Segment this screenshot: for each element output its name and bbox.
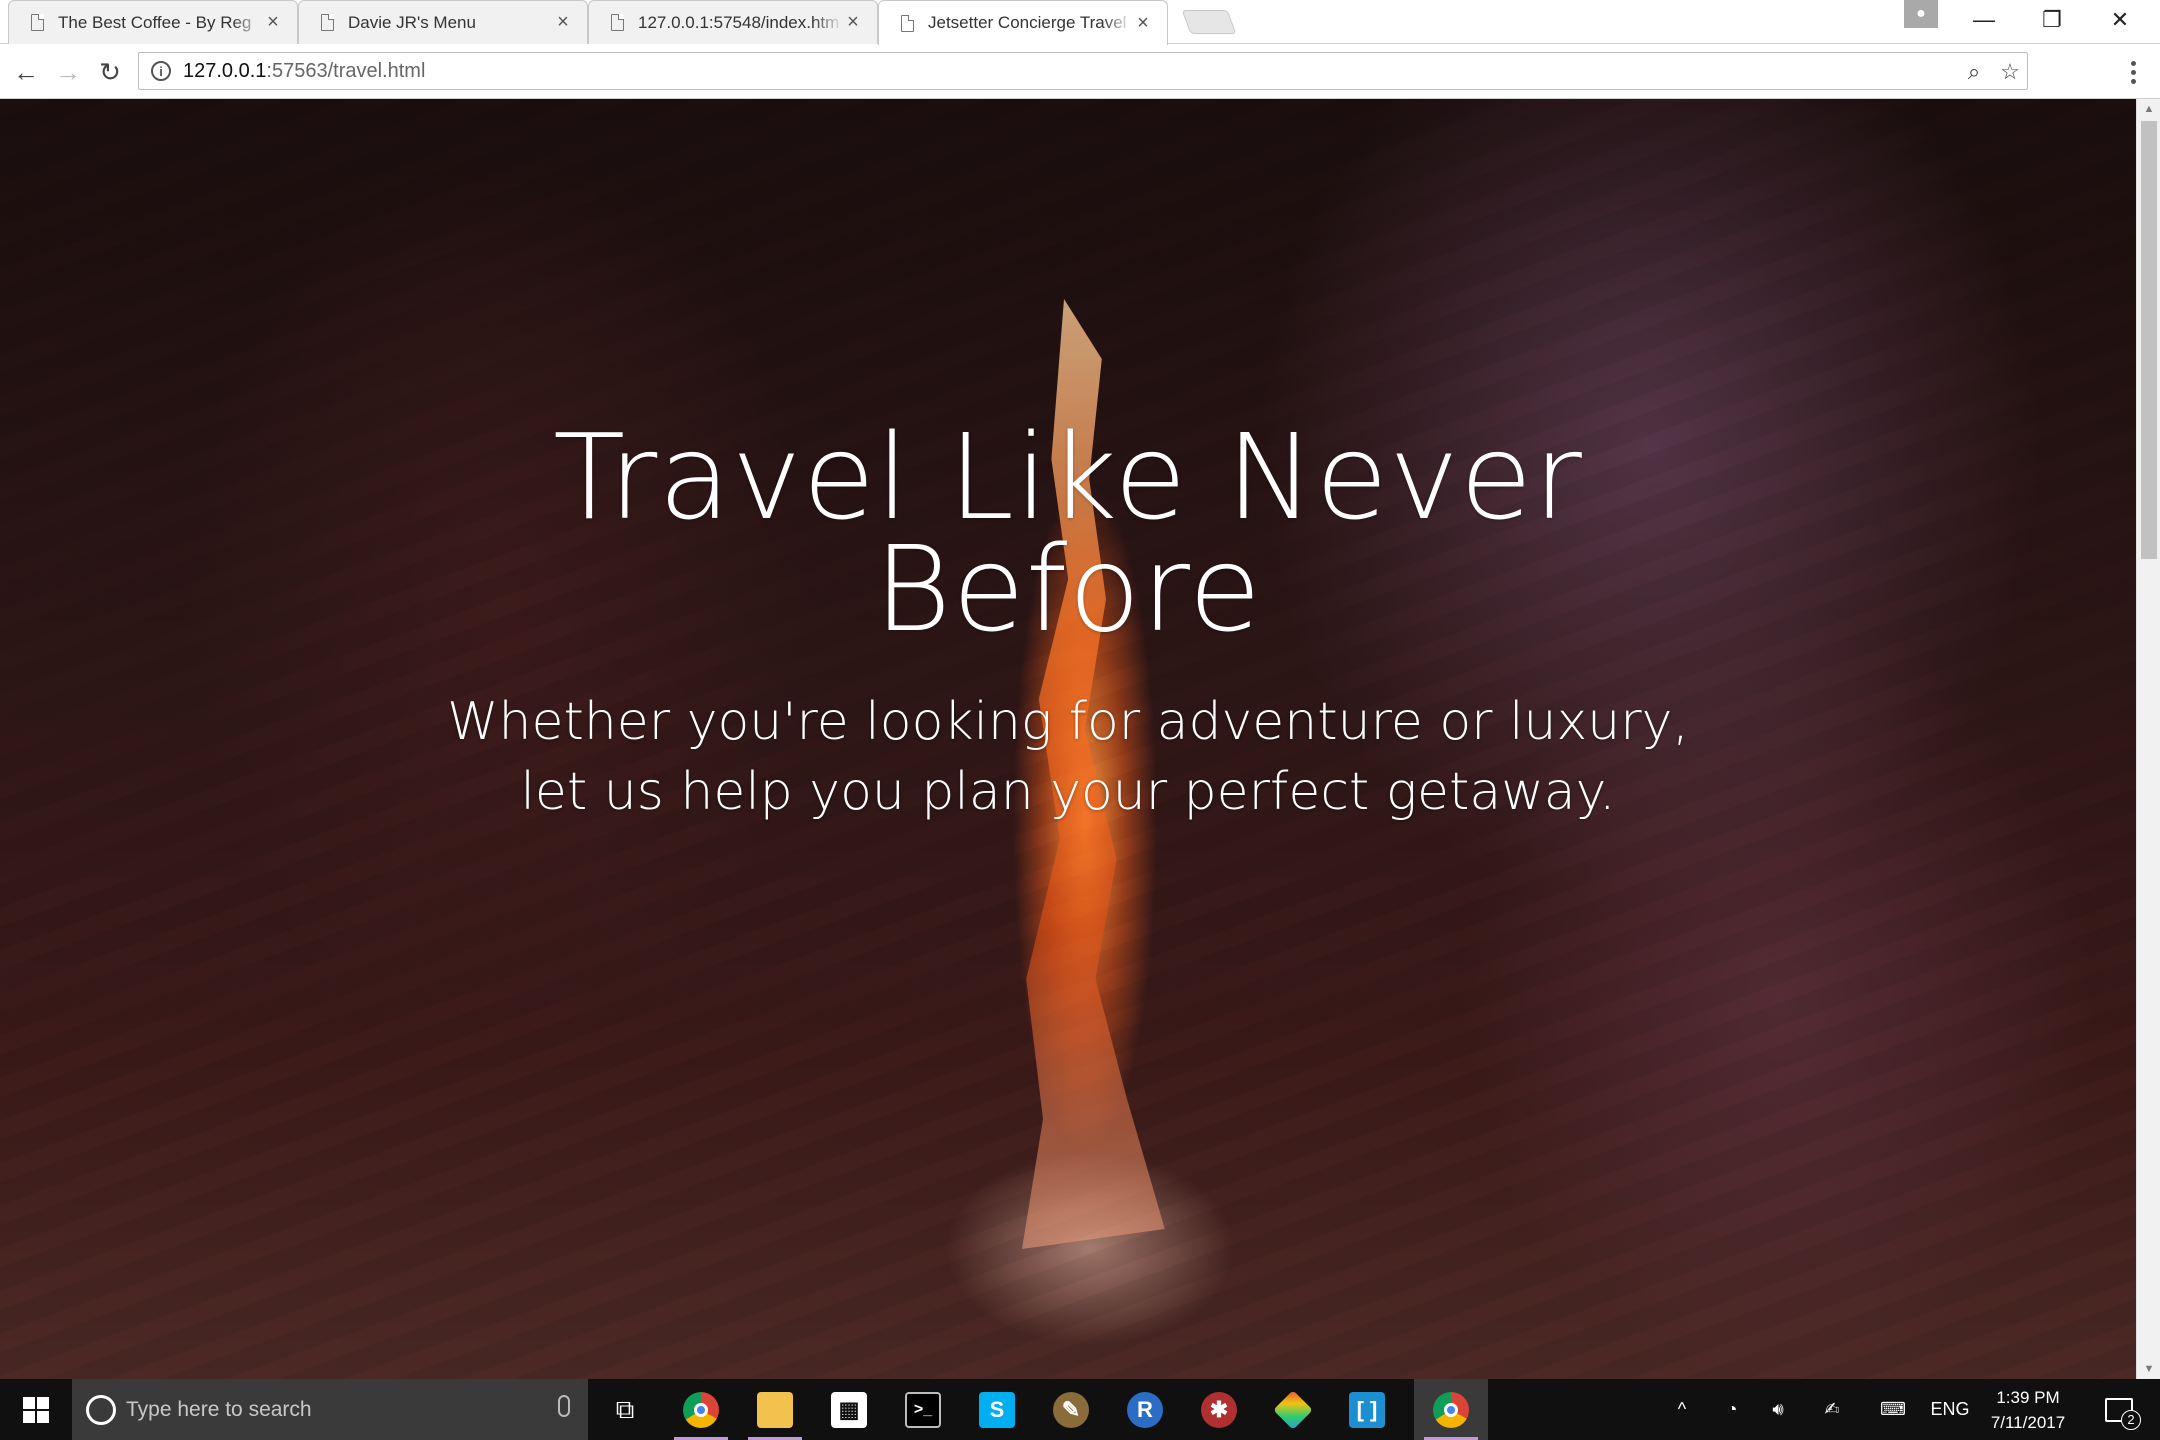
tab-title: Davie JR's Menu	[348, 12, 476, 32]
url-host: 127.0.0.1	[183, 59, 267, 82]
close-icon[interactable]: ×	[553, 11, 573, 34]
close-icon[interactable]: ×	[843, 11, 863, 34]
skype-icon[interactable]: S	[960, 1379, 1034, 1440]
cortana-icon[interactable]	[86, 1394, 116, 1425]
chevron-up-icon[interactable]: ^	[1662, 1379, 1702, 1440]
scroll-thumb[interactable]	[2141, 121, 2157, 559]
spider-icon[interactable]: ✱	[1182, 1379, 1256, 1440]
search-placeholder: Type here to search	[126, 1397, 312, 1421]
git-icon[interactable]	[1256, 1379, 1330, 1440]
close-icon[interactable]: ×	[263, 11, 283, 34]
chrome-icon[interactable]	[1414, 1379, 1488, 1440]
pen-icon[interactable]: ✍︎	[1812, 1379, 1852, 1440]
microphone-icon[interactable]	[558, 1395, 570, 1417]
keyboard-icon[interactable]: ⌨︎	[1870, 1379, 1916, 1440]
zoom-icon[interactable]: ⌕	[1957, 55, 1991, 89]
r-icon[interactable]: R	[1108, 1379, 1182, 1440]
file-explorer-icon[interactable]	[738, 1379, 812, 1440]
close-icon[interactable]: ×	[1133, 12, 1153, 35]
minimize-icon[interactable]: —	[1950, 0, 2018, 40]
restore-icon[interactable]: ❐	[2018, 0, 2086, 40]
clock-date: 7/11/2017	[1990, 1412, 2066, 1432]
document-icon	[901, 14, 914, 32]
tab-strip: The Best Coffee - By Reg × Davie JR's Me…	[0, 0, 2160, 45]
windows-start-icon[interactable]	[0, 1379, 72, 1440]
menu-icon[interactable]	[2118, 54, 2148, 90]
clock[interactable]: 1:39 PM 7/11/2017	[1980, 1379, 2076, 1440]
document-icon	[321, 14, 334, 31]
tab-travel[interactable]: Jetsetter Concierge Travel ×	[878, 0, 1168, 45]
notification-icon: 2	[2105, 1397, 2141, 1430]
page-viewport: Travel Like Never Before Whether you're …	[0, 99, 2136, 1379]
tab-title: Jetsetter Concierge Travel	[928, 13, 1127, 32]
brackets-icon[interactable]: [ ]	[1330, 1379, 1404, 1440]
address-bar[interactable]: i 127.0.0.1:57563/travel.html ⌕ ☆	[138, 52, 2028, 90]
forward-arrow-icon[interactable]: →	[50, 54, 86, 90]
chrome-icon[interactable]	[664, 1379, 738, 1440]
info-icon[interactable]: i	[151, 61, 171, 81]
close-window-icon[interactable]: ✕	[2086, 0, 2154, 40]
new-tab-button[interactable]	[1181, 10, 1237, 34]
task-view-icon[interactable]: ⧉	[590, 1379, 660, 1440]
volume-icon[interactable]: 🔊︎	[1758, 1379, 1798, 1440]
wifi-icon[interactable]: ◔	[1712, 1379, 1752, 1440]
notification-count: 2	[2121, 1409, 2141, 1430]
tab-menu[interactable]: Davie JR's Menu ×	[298, 0, 588, 44]
hero-section: Travel Like Never Before Whether you're …	[0, 99, 2136, 1379]
action-center-icon[interactable]: 2	[2094, 1379, 2144, 1440]
taskbar: Type here to search ⧉ ▦ >_ S ✎ R ✱ [ ] ^…	[0, 1379, 2160, 1440]
tab-coffee[interactable]: The Best Coffee - By Reg ×	[8, 0, 298, 44]
document-icon	[611, 14, 624, 31]
scroll-down-icon[interactable]: ▼	[2137, 1359, 2160, 1379]
star-icon[interactable]: ☆	[1993, 55, 2027, 89]
store-icon[interactable]: ▦	[812, 1379, 886, 1440]
hero-title: Travel Like Never Before	[553, 408, 1583, 658]
language-indicator[interactable]: ENG	[1924, 1379, 1976, 1440]
tab-index[interactable]: 127.0.0.1:57548/index.htm ×	[588, 0, 878, 44]
browser-toolbar: ← → ↻ i 127.0.0.1:57563/travel.html ⌕ ☆	[0, 44, 2160, 99]
taskbar-search-input[interactable]: Type here to search	[72, 1379, 588, 1440]
hero-subtitle: Whether you're looking for adventure or …	[447, 692, 1689, 822]
url-path: :57563/travel.html	[266, 59, 426, 82]
vertical-scrollbar[interactable]: ▲ ▼	[2136, 99, 2160, 1379]
back-arrow-icon[interactable]: ←	[8, 54, 44, 90]
gimp-icon[interactable]: ✎	[1034, 1379, 1108, 1440]
profile-icon[interactable]: ●	[1904, 0, 1938, 28]
tab-title: 127.0.0.1:57548/index.htm	[638, 12, 840, 32]
scroll-up-icon[interactable]: ▲	[2137, 99, 2160, 119]
document-icon	[31, 14, 44, 31]
clock-time: 1:39 PM	[1996, 1387, 2060, 1407]
reload-icon[interactable]: ↻	[92, 54, 128, 90]
tab-title: The Best Coffee - By Reg	[58, 12, 252, 32]
terminal-icon[interactable]: >_	[886, 1379, 960, 1440]
